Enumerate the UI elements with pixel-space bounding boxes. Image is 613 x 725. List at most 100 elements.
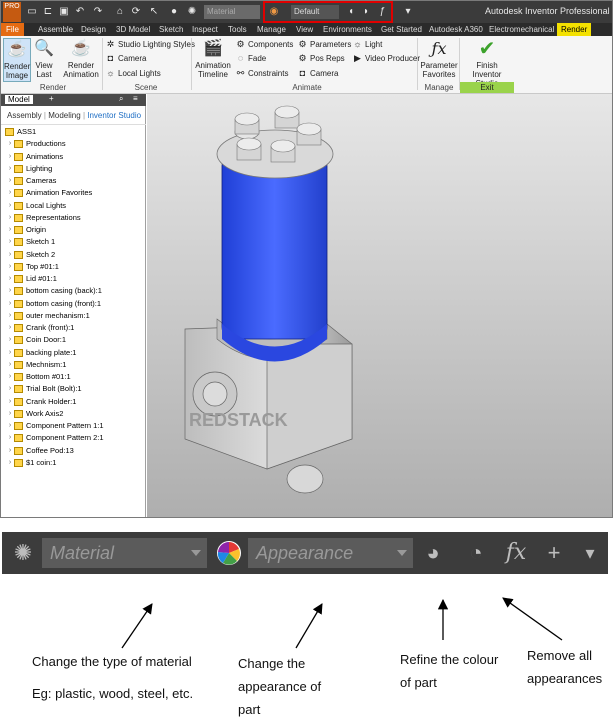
tree-item[interactable]: › Top #01:1 xyxy=(1,261,146,273)
browser-modeling-tab[interactable]: Modeling xyxy=(48,111,80,120)
material-icon[interactable]: ✺ xyxy=(185,5,199,19)
redo-icon[interactable]: ↷ xyxy=(91,5,105,19)
color-wheel-icon[interactable]: ◉ xyxy=(267,5,281,19)
clear-appearance-icon[interactable]: ◔ xyxy=(462,537,490,569)
tree-item[interactable]: › Lid #01:1 xyxy=(1,273,146,285)
browser-add-tab-button[interactable]: + xyxy=(49,94,54,103)
fx-icon[interactable]: fx xyxy=(502,537,530,569)
undo-icon[interactable]: ↶ xyxy=(73,5,87,19)
update-icon[interactable]: ⟳ xyxy=(129,5,143,19)
color-wheel-icon[interactable] xyxy=(214,537,244,569)
expand-chevron-icon[interactable]: › xyxy=(7,420,13,432)
expand-chevron-icon[interactable]: › xyxy=(7,151,13,163)
tab-3d-model[interactable]: 3D Model xyxy=(116,23,150,36)
tree-item[interactable]: › Crank (front):1 xyxy=(1,322,146,334)
fade-button[interactable]: ◌ Fade xyxy=(235,52,266,65)
light-button[interactable]: ☼ Light xyxy=(352,38,382,51)
expand-chevron-icon[interactable]: › xyxy=(7,445,13,457)
tree-item[interactable]: › backing plate:1 xyxy=(1,347,146,359)
tab-file[interactable]: File xyxy=(1,23,24,36)
expand-chevron-icon[interactable]: › xyxy=(7,187,13,199)
expand-chevron-icon[interactable]: › xyxy=(7,285,13,297)
material-icon[interactable]: ✺ xyxy=(8,537,38,569)
tree-item[interactable]: › Origin xyxy=(1,224,146,236)
tree-item[interactable]: › Animations xyxy=(1,151,146,163)
render-image-button[interactable]: ☕ Render Image xyxy=(3,38,31,82)
tree-root[interactable]: ASS1 xyxy=(1,126,146,138)
tree-item[interactable]: › Trial Bolt (Bolt):1 xyxy=(1,383,146,395)
tree-item[interactable]: › Bottom #01:1 xyxy=(1,371,146,383)
adjust-appearance-icon[interactable]: ◖ xyxy=(344,5,358,19)
appearance-dropdown[interactable]: Appearance xyxy=(248,538,413,568)
tree-item[interactable]: › Work Axis2 xyxy=(1,408,146,420)
customize-icon[interactable]: ▾ xyxy=(576,537,604,569)
tree-item[interactable]: › Productions xyxy=(1,138,146,150)
tree-item[interactable]: › Mechnism:1 xyxy=(1,359,146,371)
app-menu-button[interactable]: PRO xyxy=(3,2,21,22)
finish-inventor-studio-button[interactable]: ✔ Finish Inventor Studio xyxy=(462,39,512,88)
expand-chevron-icon[interactable]: › xyxy=(7,249,13,261)
pos-reps-button[interactable]: ⚙ Pos Reps xyxy=(297,52,344,65)
clear-appearance-icon[interactable]: ◗ xyxy=(359,5,373,19)
expand-chevron-icon[interactable]: › xyxy=(7,334,13,346)
browser-search-icon[interactable]: ⌕ xyxy=(119,94,123,104)
appearance-dropdown-small[interactable]: Default xyxy=(291,5,339,19)
tab-render[interactable]: Render xyxy=(557,23,592,36)
customize-icon[interactable]: ▾ xyxy=(401,5,415,19)
tab-environments[interactable]: Environments xyxy=(323,23,372,36)
tree-item[interactable]: › Component Pattern 1:1 xyxy=(1,420,146,432)
adjust-appearance-icon[interactable]: ◕ xyxy=(420,537,446,569)
tab-design[interactable]: Design xyxy=(81,23,106,36)
expand-chevron-icon[interactable]: › xyxy=(7,212,13,224)
browser-assembly-tab[interactable]: Assembly xyxy=(7,111,42,120)
tree-item[interactable]: › Representations xyxy=(1,212,146,224)
tree-item[interactable]: › $1 coin:1 xyxy=(1,457,146,469)
animation-timeline-button[interactable]: 🎬 Animation Timeline xyxy=(194,39,232,79)
tree-item[interactable]: › Component Pattern 2:1 xyxy=(1,432,146,444)
tab-tools[interactable]: Tools xyxy=(228,23,247,36)
expand-chevron-icon[interactable]: › xyxy=(7,457,13,469)
expand-chevron-icon[interactable]: › xyxy=(7,371,13,383)
expand-chevron-icon[interactable]: › xyxy=(7,236,13,248)
3d-viewport[interactable]: REDSTACK xyxy=(147,94,612,517)
tree-item[interactable]: › Sketch 2 xyxy=(1,249,146,261)
render-animation-button[interactable]: ☕ Render Animation xyxy=(61,39,101,79)
animate-camera-button[interactable]: ◘ Camera xyxy=(297,67,339,80)
sphere-icon[interactable]: ● xyxy=(167,5,181,19)
expand-chevron-icon[interactable]: › xyxy=(7,298,13,310)
new-icon[interactable]: ▭ xyxy=(25,5,39,19)
expand-chevron-icon[interactable]: › xyxy=(7,310,13,322)
fx-icon[interactable]: ƒ xyxy=(375,5,389,19)
video-producer-button[interactable]: ▶ Video Producer xyxy=(352,52,420,65)
parameters-button[interactable]: ⚙ Parameters xyxy=(297,38,351,51)
tab-inspect[interactable]: Inspect xyxy=(192,23,218,36)
scene-camera-button[interactable]: ◘ Camera xyxy=(105,52,147,65)
tab-manage[interactable]: Manage xyxy=(257,23,286,36)
browser-tab-model[interactable]: Model xyxy=(5,95,33,104)
tree-item[interactable]: › bottom casing (back):1 xyxy=(1,285,146,297)
material-dropdown-small[interactable]: Material xyxy=(204,5,260,19)
expand-chevron-icon[interactable]: › xyxy=(7,347,13,359)
expand-chevron-icon[interactable]: › xyxy=(7,359,13,371)
tree-item[interactable]: › Cameras xyxy=(1,175,146,187)
expand-chevron-icon[interactable]: › xyxy=(7,432,13,444)
expand-chevron-icon[interactable]: › xyxy=(7,261,13,273)
tree-item[interactable]: › Crank Holder:1 xyxy=(1,396,146,408)
studio-lighting-styles-button[interactable]: ✲ Studio Lighting Styles xyxy=(105,38,195,51)
tab-electromechanical[interactable]: Electromechanical xyxy=(489,23,554,36)
browser-menu-icon[interactable]: ≡ xyxy=(133,94,138,103)
select-icon[interactable]: ↖ xyxy=(147,5,161,19)
home-icon[interactable]: ⌂ xyxy=(113,5,127,19)
tab-sketch[interactable]: Sketch xyxy=(159,23,183,36)
expand-chevron-icon[interactable]: › xyxy=(7,163,13,175)
tree-item[interactable]: › Lighting xyxy=(1,163,146,175)
expand-chevron-icon[interactable]: › xyxy=(7,408,13,420)
parameter-favorites-button[interactable]: ƒx Parameter Favorites xyxy=(420,39,458,79)
tree-item[interactable]: › Animation Favorites xyxy=(1,187,146,199)
expand-chevron-icon[interactable]: › xyxy=(7,383,13,395)
expand-chevron-icon[interactable]: › xyxy=(7,396,13,408)
save-icon[interactable]: ▣ xyxy=(57,5,71,19)
open-icon[interactable]: ⊏ xyxy=(41,5,55,19)
tree-item[interactable]: › bottom casing (front):1 xyxy=(1,298,146,310)
tab-view[interactable]: View xyxy=(296,23,313,36)
